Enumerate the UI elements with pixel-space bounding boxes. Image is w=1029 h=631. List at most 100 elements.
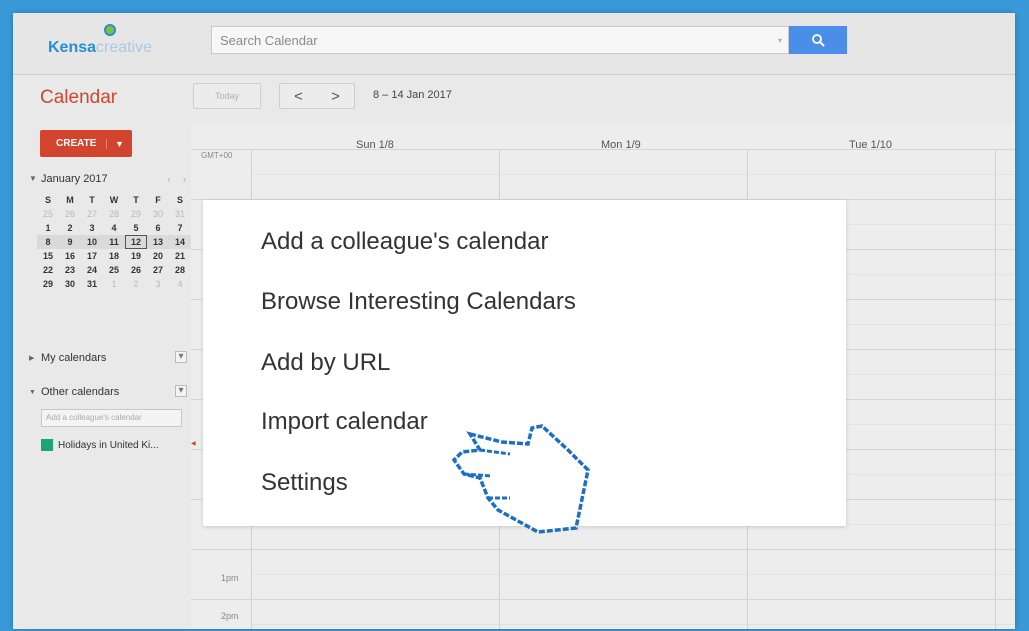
page-title: Calendar	[40, 87, 118, 108]
date-range-label: 8 – 14 Jan 2017	[373, 89, 452, 101]
grid-row-line	[191, 149, 1015, 150]
weekday-header: F	[155, 195, 161, 205]
mini-calendar-day[interactable]: 4	[103, 221, 125, 235]
mini-calendar-day[interactable]: 23	[59, 263, 81, 277]
mini-calendar-day[interactable]: 25	[37, 207, 59, 221]
weekday-header: M	[66, 195, 74, 205]
mini-calendar-day[interactable]: 16	[59, 249, 81, 263]
mini-calendar-day[interactable]: 11	[103, 235, 125, 249]
mini-calendar-day[interactable]: 26	[125, 263, 147, 277]
magnifier-icon	[812, 34, 825, 47]
mini-calendar-day[interactable]: 3	[147, 277, 169, 291]
hour-label-2pm: 2pm	[221, 611, 239, 621]
my-calendars-options-icon[interactable]: ▾	[175, 351, 187, 363]
search-input[interactable]: Search Calendar ▾	[211, 26, 789, 54]
mini-calendar-day[interactable]: 1	[103, 277, 125, 291]
mini-calendar-day[interactable]: 21	[169, 249, 191, 263]
mini-calendar-day[interactable]: 20	[147, 249, 169, 263]
triangle-down-icon: ▼	[29, 388, 36, 396]
holiday-calendar-item[interactable]: Holidays in United Ki...	[41, 437, 191, 453]
add-colleague-input[interactable]: Add a colleague's calendar	[41, 409, 182, 427]
create-button[interactable]: CREATE ▼	[40, 130, 132, 157]
logo-wordmark: Kensacreative	[48, 39, 152, 57]
mini-calendar-day[interactable]: 31	[81, 277, 103, 291]
weekday-header: W	[109, 195, 119, 205]
mini-calendar-day[interactable]: 27	[81, 207, 103, 221]
mini-calendar-day[interactable]: 15	[37, 249, 59, 263]
mini-calendar-day[interactable]: 8	[37, 235, 59, 249]
grid-row-line	[251, 174, 1015, 175]
mini-calendar-day[interactable]: 14	[169, 235, 191, 249]
menu-item-settings[interactable]: Settings	[261, 469, 348, 499]
pointing-hand-cursor-icon	[451, 424, 590, 534]
search-button[interactable]	[789, 26, 847, 54]
logo-primary-text: Kensa	[48, 39, 97, 56]
menu-item-import-calendar[interactable]: Import calendar	[261, 408, 428, 438]
mini-calendar-day[interactable]: 3	[81, 221, 103, 235]
create-dropdown-icon[interactable]: ▼	[106, 138, 132, 149]
mini-calendar-day[interactable]: 13	[147, 235, 169, 249]
kensa-logo[interactable]: Kensacreative	[48, 23, 178, 63]
mini-calendar-day[interactable]: 26	[59, 207, 81, 221]
mini-calendar-day[interactable]: 29	[125, 207, 147, 221]
logo-mark-icon	[104, 24, 116, 36]
weekday-header: T	[133, 195, 139, 205]
mini-calendar-day[interactable]: 28	[169, 263, 191, 277]
mini-calendar-day[interactable]: 30	[147, 207, 169, 221]
grid-row-line	[251, 574, 1015, 575]
mini-calendar-day[interactable]: 4	[169, 277, 191, 291]
mini-calendar-day[interactable]: 25	[103, 263, 125, 277]
search-placeholder: Search Calendar	[220, 33, 318, 48]
hour-label-1pm: 1pm	[221, 573, 239, 583]
mini-calendar-day[interactable]: 30	[59, 277, 81, 291]
mini-calendar-day[interactable]: 22	[37, 263, 59, 277]
previous-week-button[interactable]: <	[280, 84, 317, 108]
holiday-calendar-label: Holidays in United Ki...	[58, 439, 159, 451]
mini-calendar-day[interactable]: 28	[103, 207, 125, 221]
grid-row-line	[251, 624, 1015, 625]
weekday-header: T	[89, 195, 95, 205]
mini-calendar-day[interactable]: 1	[37, 221, 59, 235]
today-button[interactable]: Today	[193, 83, 261, 109]
mini-calendar-nav[interactable]: ‹ ›	[168, 174, 192, 184]
grid-column-line	[995, 149, 996, 629]
weekday-header: S	[44, 195, 51, 205]
my-calendars-label: My calendars	[41, 352, 107, 364]
mini-calendar-day[interactable]: 9	[59, 235, 81, 249]
caret-down-icon[interactable]: ▾	[778, 36, 782, 45]
other-calendars-label: Other calendars	[41, 386, 120, 398]
triangle-right-icon: ▶	[29, 355, 35, 362]
menu-item-add-colleague[interactable]: Add a colleague's calendar	[261, 228, 548, 258]
my-calendars-section[interactable]: ▶ My calendars ▾	[29, 349, 189, 367]
logo-secondary-text: creative	[96, 39, 153, 56]
mini-calendar-day[interactable]: 2	[59, 221, 81, 235]
mini-calendar-header: ▼ January 2017 ‹ ›	[29, 173, 191, 189]
mini-calendar-day[interactable]: 7	[169, 221, 191, 235]
mini-calendar-day[interactable]: 29	[37, 277, 59, 291]
calendar-color-swatch	[41, 439, 53, 451]
mini-calendar-month[interactable]: January 2017	[41, 173, 108, 185]
triangle-down-icon[interactable]: ▼	[29, 174, 37, 183]
mini-calendar-day[interactable]: 2	[125, 277, 147, 291]
mini-calendar-day[interactable]: 12	[125, 235, 147, 249]
top-bar: Kensacreative Search Calendar ▾	[13, 13, 1015, 75]
mini-calendar-grid: S M T W T F S 25 26 27 28 29 30 31 1 2 3 4 5 6 7 8 9 10 11 12 13 14…	[37, 193, 193, 291]
mini-calendar-day[interactable]: 24	[81, 263, 103, 277]
create-button-label: CREATE	[56, 138, 97, 149]
weekday-header: S	[176, 195, 183, 205]
menu-item-add-by-url[interactable]: Add by URL	[261, 349, 390, 379]
menu-item-browse-calendars[interactable]: Browse Interesting Calendars	[261, 288, 576, 318]
mini-calendar-day[interactable]: 18	[103, 249, 125, 263]
other-calendars-options-icon[interactable]: ▾	[175, 385, 187, 397]
mini-calendar-day[interactable]: 17	[81, 249, 103, 263]
mini-calendar-day[interactable]: 19	[125, 249, 147, 263]
other-calendars-section[interactable]: ▼ Other calendars ▾	[29, 383, 189, 401]
mini-calendar-day[interactable]: 6	[147, 221, 169, 235]
mini-calendar-day[interactable]: 10	[81, 235, 103, 249]
mini-calendar-day[interactable]: 5	[125, 221, 147, 235]
current-time-marker: ◀	[191, 441, 196, 447]
timezone-label: GMT+00	[201, 151, 233, 160]
mini-calendar-day[interactable]: 27	[147, 263, 169, 277]
mini-calendar-day[interactable]: 31	[169, 207, 191, 221]
next-week-button[interactable]: >	[317, 84, 354, 108]
